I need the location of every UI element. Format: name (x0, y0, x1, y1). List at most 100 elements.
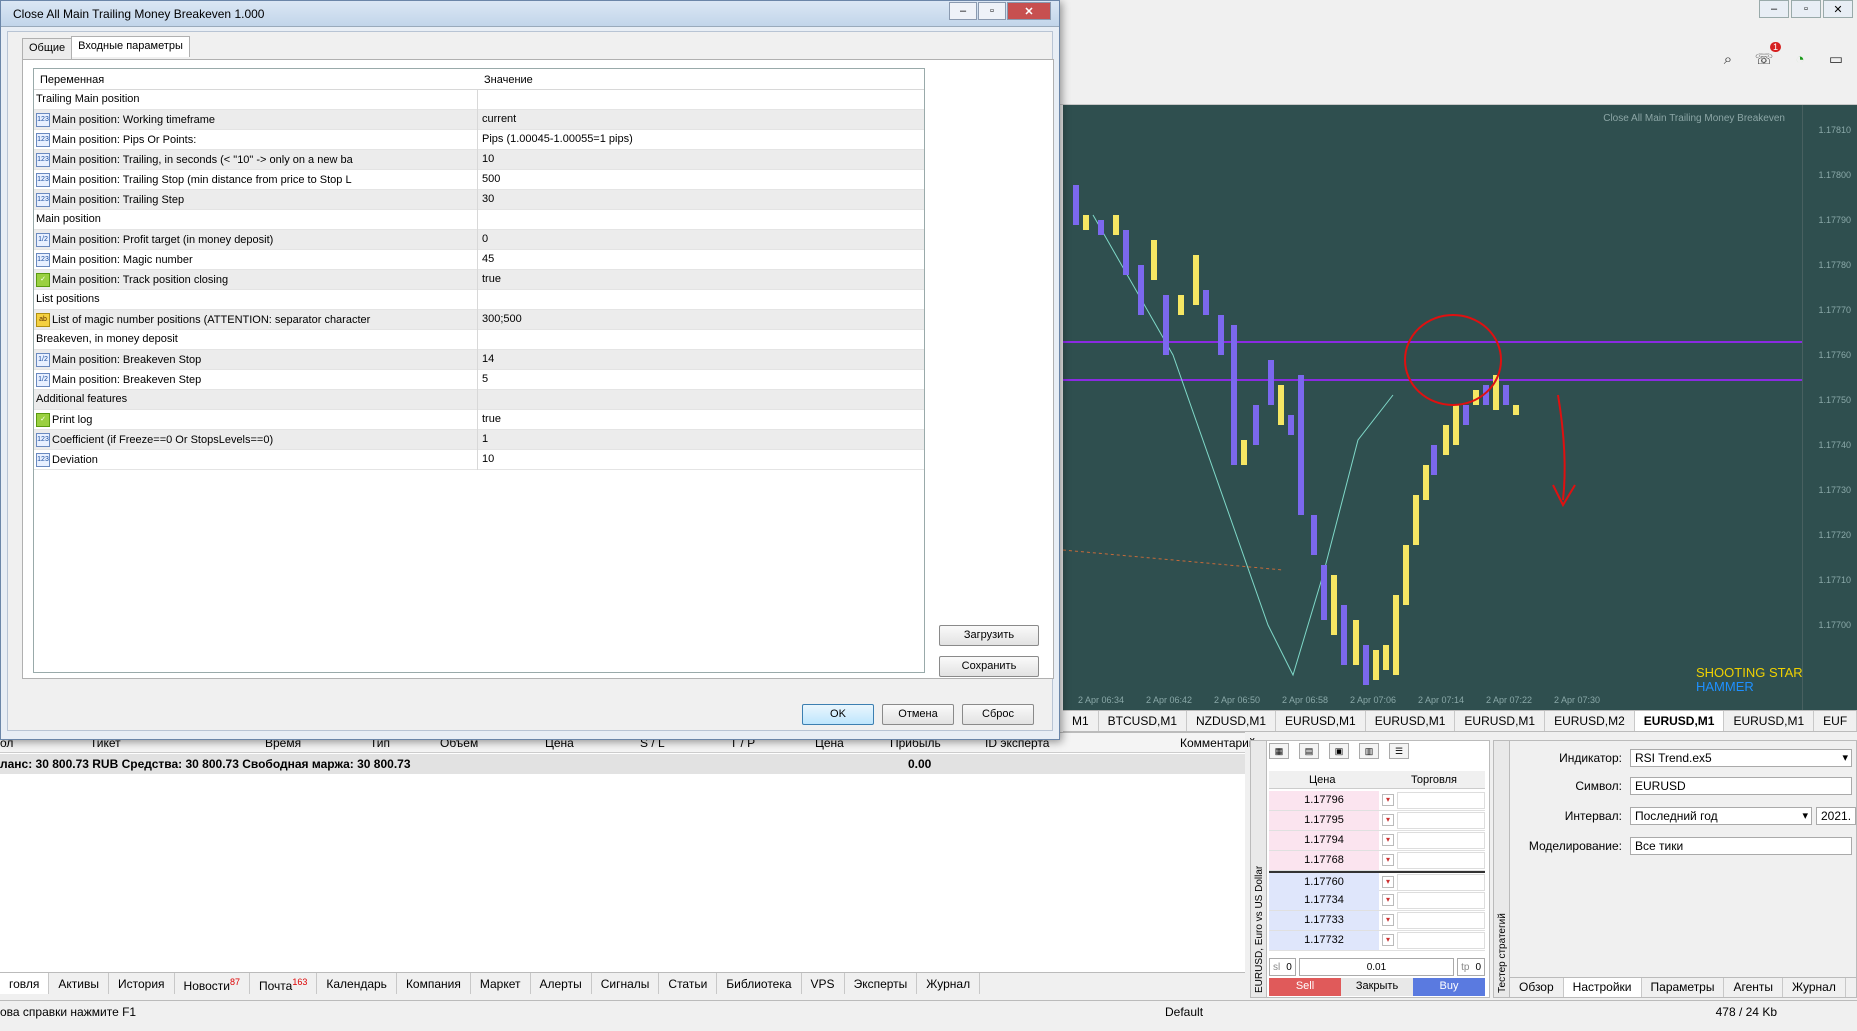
symbol-input[interactable]: EURUSD (1630, 777, 1852, 795)
dialog-tab-0[interactable]: Общие (22, 38, 73, 59)
dom-trade-cell[interactable] (1397, 792, 1485, 809)
parameter-row[interactable]: 123 Coefficient (if Freeze==0 Or StopsLev… (34, 430, 924, 450)
toolbox-tab[interactable]: VPS (802, 973, 845, 994)
dom-order-dropdown-icon[interactable]: ▾ (1382, 794, 1394, 806)
parameter-value[interactable]: 0 (482, 233, 488, 245)
toolbox-tab[interactable]: Почта163 (250, 973, 318, 994)
balance-row[interactable]: ланс: 30 800.73 RUB Средства: 30 800.73 … (0, 754, 1245, 774)
dom-price-row[interactable]: 1.17733 ▾ (1269, 911, 1485, 931)
toolbox-tab[interactable]: Журнал (917, 973, 981, 994)
tester-tab[interactable]: Параметры (1642, 978, 1725, 997)
dom-price-row[interactable]: 1.17734 ▾ (1269, 891, 1485, 911)
parameter-row[interactable]: 123 Deviation 10 (34, 450, 924, 470)
close-icon[interactable]: ✕ (1823, 0, 1853, 18)
parameter-group-row[interactable]: Additional features (34, 390, 924, 410)
parameter-value[interactable]: 1 (482, 433, 488, 445)
toolbox-tab[interactable]: Статьи (659, 973, 718, 994)
close-position-button[interactable]: Закрыть (1341, 978, 1413, 996)
indicator-select[interactable]: RSI Trend.ex5 (1630, 749, 1852, 767)
chat-icon[interactable]: ☏ 1 (1753, 42, 1781, 70)
toolbox-tab[interactable]: Компания (397, 973, 471, 994)
parameter-row[interactable]: ✓ Main position: Track position closing tr… (34, 270, 924, 290)
parameter-value[interactable]: current (482, 113, 516, 125)
maximize-icon[interactable]: ▫ (1791, 0, 1821, 18)
dom-order-dropdown-icon[interactable]: ▾ (1382, 876, 1394, 888)
dom-order-dropdown-icon[interactable]: ▾ (1382, 894, 1394, 906)
dom-trade-cell[interactable] (1397, 874, 1485, 891)
parameter-value[interactable]: 30 (482, 193, 494, 205)
parameter-value[interactable]: 5 (482, 373, 488, 385)
parameter-value[interactable]: 14 (482, 353, 494, 365)
toolbox-tab[interactable]: Новости87 (175, 973, 250, 994)
level-icon[interactable]: ◔ (1789, 48, 1811, 70)
dialog-maximize-icon[interactable]: ▫ (978, 2, 1006, 20)
interval-date-input[interactable]: 2021. (1816, 807, 1856, 825)
search-icon[interactable]: ⌕ (1717, 48, 1739, 70)
parameter-row[interactable]: 123 Main position: Magic number 45 (34, 250, 924, 270)
panel-toggle-icon[interactable]: ▭ (1825, 48, 1847, 70)
dom-price-row[interactable]: 1.17732 ▾ (1269, 931, 1485, 951)
parameter-group-row[interactable]: List positions (34, 290, 924, 310)
minimize-icon[interactable]: – (1759, 0, 1789, 18)
dom-price-row[interactable]: 1.17794 ▾ (1269, 831, 1485, 851)
chart-tab[interactable]: EURUSD,M1 (1724, 711, 1815, 731)
parameter-row[interactable]: ✓ Print log true (34, 410, 924, 430)
parameter-value[interactable]: true (482, 413, 501, 425)
modeling-select[interactable]: Все тики (1630, 837, 1852, 855)
dom-order-dropdown-icon[interactable]: ▾ (1382, 854, 1394, 866)
chart-tab[interactable]: EURUSD,M1 (1276, 711, 1366, 731)
dom-price-row[interactable]: 1.17760 ▾ (1269, 871, 1485, 892)
parameter-row[interactable]: 1/2 Main position: Profit target (in mone… (34, 230, 924, 250)
toolbox-tab[interactable]: Маркет (471, 973, 531, 994)
dom-order-dropdown-icon[interactable]: ▾ (1382, 814, 1394, 826)
tp-field[interactable]: tp 0 (1457, 958, 1485, 976)
buy-button[interactable]: Buy (1413, 978, 1485, 996)
toolbox-tab[interactable]: Сигналы (592, 973, 660, 994)
load-button[interactable]: Загрузить (939, 625, 1039, 646)
sell-button[interactable]: Sell (1269, 978, 1341, 996)
chart-tab[interactable]: NZDUSD,M1 (1187, 711, 1277, 731)
dom-order-dropdown-icon[interactable]: ▾ (1382, 914, 1394, 926)
dialog-minimize-icon[interactable]: – (949, 2, 977, 20)
chart-tab[interactable]: EUF (1814, 711, 1857, 731)
parameter-group-row[interactable]: Breakeven, in money deposit (34, 330, 924, 350)
dialog-titlebar[interactable]: Close All Main Trailing Money Breakeven … (1, 1, 1059, 27)
dom-trade-cell[interactable] (1397, 852, 1485, 869)
tester-tab[interactable]: Агенты (1724, 978, 1784, 997)
parameter-value[interactable]: 45 (482, 253, 494, 265)
parameter-row[interactable]: 123 Main position: Trailing Stop (min dis… (34, 170, 924, 190)
dom-trade-cell[interactable] (1397, 912, 1485, 929)
parameter-row[interactable]: 123 Main position: Pips Or Points: Pips (1… (34, 130, 924, 150)
parameter-value[interactable]: 10 (482, 153, 494, 165)
toolbox-tab[interactable]: Календарь (317, 973, 397, 994)
save-button[interactable]: Сохранить (939, 656, 1039, 677)
tester-tab[interactable]: Обзор (1510, 978, 1564, 997)
ok-button[interactable]: OK (802, 704, 874, 725)
price-chart[interactable]: Close All Main Trailing Money Breakeven … (1063, 105, 1857, 710)
dom-order-dropdown-icon[interactable]: ▾ (1382, 934, 1394, 946)
toolbox-tab[interactable]: Эксперты (845, 973, 918, 994)
sl-field[interactable]: sl 0 (1269, 958, 1296, 976)
dom-price-row[interactable]: 1.17795 ▾ (1269, 811, 1485, 831)
chart-tab[interactable]: EURUSD,M1 (1634, 711, 1725, 731)
toolbox-tab[interactable]: История (109, 973, 175, 994)
parameter-row[interactable]: 123 Main position: Trailing, in seconds (… (34, 150, 924, 170)
parameter-row[interactable]: 123 Main position: Working timeframe curre… (34, 110, 924, 130)
parameter-value[interactable]: 10 (482, 453, 494, 465)
toolbox-tab[interactable]: говля (0, 973, 50, 994)
parameter-row[interactable]: 123 Main position: Trailing Step 30 (34, 190, 924, 210)
chart-tab[interactable]: EURUSD,M2 (1545, 711, 1635, 731)
chart-tab[interactable]: EURUSD,M1 (1455, 711, 1546, 731)
dom-order-dropdown-icon[interactable]: ▾ (1382, 834, 1394, 846)
parameter-value[interactable]: 500 (482, 173, 500, 185)
chart-tab[interactable]: BTCUSD,M1 (1099, 711, 1188, 731)
parameter-group-row[interactable]: Main position (34, 210, 924, 230)
dom-trade-cell[interactable] (1397, 932, 1485, 949)
ladder-icon[interactable]: ☰ (1389, 743, 1409, 759)
quick-trade-icon[interactable]: ▣ (1329, 743, 1349, 759)
chart-icon[interactable]: ▦ (1269, 743, 1289, 759)
tester-tab[interactable]: Настройки (1563, 978, 1642, 997)
tester-tab[interactable]: Журнал (1783, 978, 1846, 997)
chart-tab[interactable]: EURUSD,M1 (1366, 711, 1456, 731)
dom-trade-cell[interactable] (1397, 832, 1485, 849)
